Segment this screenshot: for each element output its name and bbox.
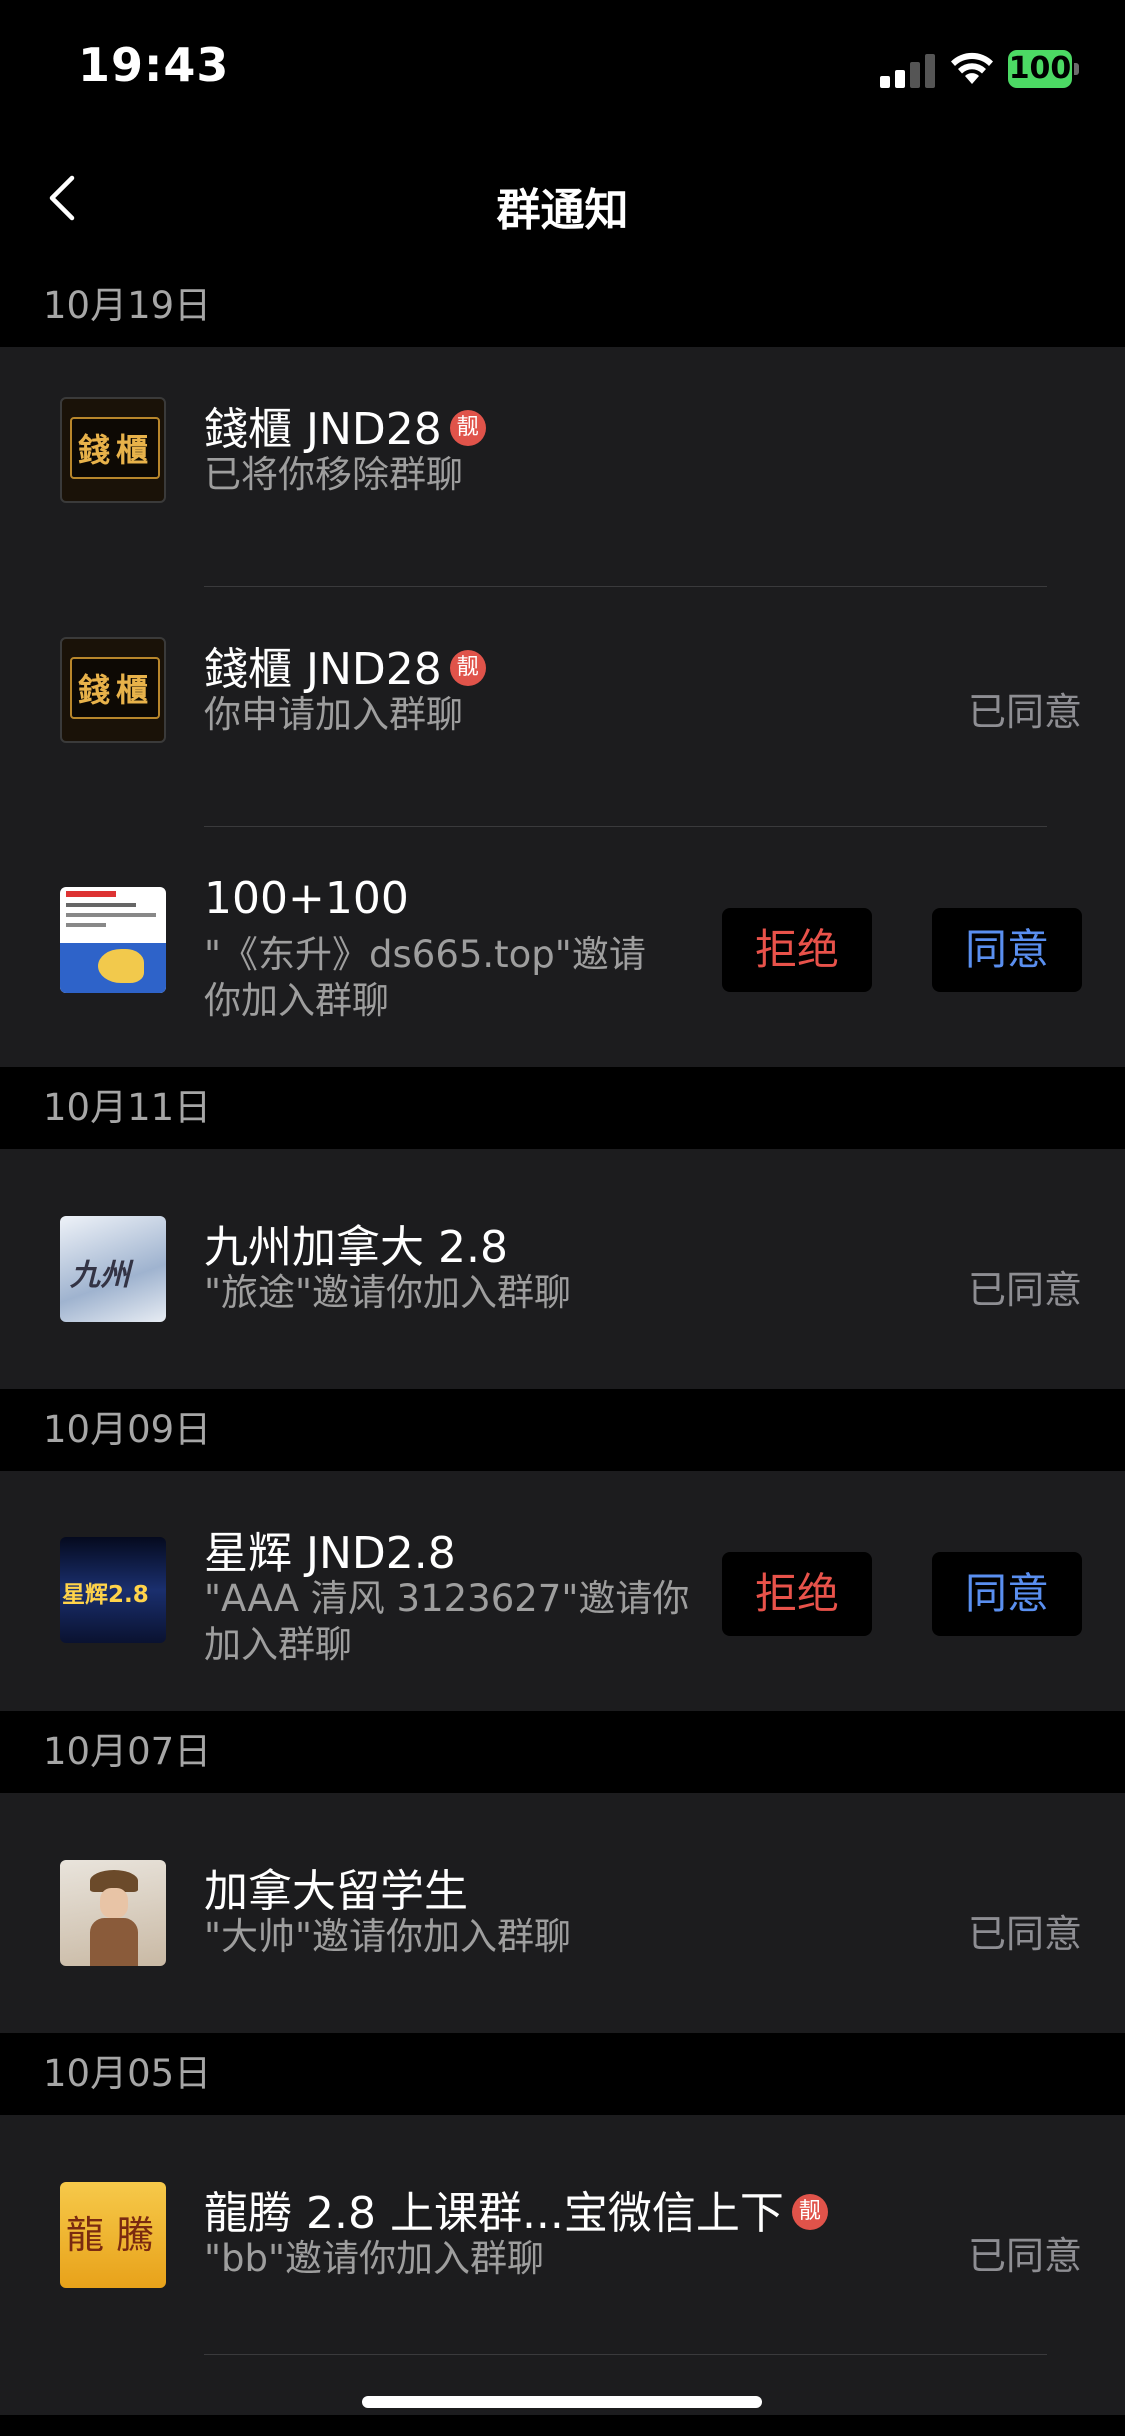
notification-desc: 你申请加入群聊 xyxy=(204,693,463,736)
list-item[interactable]: 100+100 "《东升》ds665.top"邀请 你加入群聊 拒绝 同意 xyxy=(0,827,1125,1067)
notification-desc-line2: 加入群聊 xyxy=(204,1623,352,1666)
wifi-icon xyxy=(951,52,993,84)
avatar-glyph: 騰 xyxy=(116,2213,155,2257)
list-item[interactable]: 星辉2.8 星辉 JND2.8 "AAA 清风 3123627"邀请你 加入群聊… xyxy=(0,1471,1125,1711)
status-bar: 19:43 100 xyxy=(0,0,1125,140)
list-item[interactable]: 錢 櫃 錢櫃 JND28 靓 已将你移除群聊 xyxy=(0,347,1125,587)
date-header: 10月07日 xyxy=(0,1711,1125,1793)
notification-desc-line1: "AAA 清风 3123627"邀请你 xyxy=(204,1577,690,1620)
status-accepted: 已同意 xyxy=(967,1912,1082,1956)
avatar-glyph: 星辉2.8 xyxy=(62,1582,149,1608)
status-accepted: 已同意 xyxy=(967,1268,1082,1312)
list-item[interactable]: 九州 九州加拿大 2.8 "旅途"邀请你加入群聊 已同意 xyxy=(0,1149,1125,1389)
vip-badge-icon: 靓 xyxy=(449,410,486,446)
battery-level: 100 xyxy=(1008,50,1072,88)
status-accepted: 已同意 xyxy=(967,2234,1082,2278)
group-name: 星辉 JND2.8 xyxy=(204,1528,456,1579)
status-accepted: 已同意 xyxy=(967,690,1082,734)
date-header: 10月11日 xyxy=(0,1067,1125,1149)
divider xyxy=(204,2354,1047,2355)
accept-button[interactable]: 同意 xyxy=(932,908,1082,992)
list-item[interactable]: 加拿大留学生 "大帅"邀请你加入群聊 已同意 xyxy=(0,1793,1125,2033)
date-section: 加拿大留学生 "大帅"邀请你加入群聊 已同意 xyxy=(0,1793,1125,2033)
notification-desc: "大帅"邀请你加入群聊 xyxy=(204,1915,572,1958)
date-header: 10月05日 xyxy=(0,2033,1125,2115)
reject-button[interactable]: 拒绝 xyxy=(722,1552,872,1636)
avatar-glyph: 櫃 xyxy=(116,431,149,469)
date-header: 10月19日 xyxy=(0,265,1125,347)
page-title: 群通知 xyxy=(496,185,629,236)
notification-desc-line2: 你加入群聊 xyxy=(204,979,389,1022)
group-name: 錢櫃 JND28 xyxy=(204,644,442,695)
date-header: 10月09日 xyxy=(0,1389,1125,1471)
group-name: 錢櫃 JND28 xyxy=(204,404,442,455)
reject-button[interactable]: 拒绝 xyxy=(722,908,872,992)
vip-badge-icon: 靓 xyxy=(791,2194,828,2230)
home-indicator[interactable] xyxy=(362,2396,762,2408)
avatar: 龍 騰 xyxy=(60,2182,166,2288)
group-name: 100+100 xyxy=(204,873,409,924)
avatar: 錢 櫃 xyxy=(60,397,166,503)
avatar: 九州 xyxy=(60,1216,166,1322)
avatar-glyph: 櫃 xyxy=(116,671,149,709)
notification-desc: "旅途"邀请你加入群聊 xyxy=(204,1271,572,1314)
notification-list: 10月19日 錢 櫃 錢櫃 JND28 靓 已将你移除群聊 錢 櫃 錢櫃 JND2… xyxy=(0,265,1125,2415)
group-name: 九州加拿大 2.8 xyxy=(204,1222,508,1273)
notification-desc: 已将你移除群聊 xyxy=(204,453,463,496)
list-item[interactable]: 錢 櫃 錢櫃 JND28 靓 你申请加入群聊 已同意 xyxy=(0,587,1125,827)
date-section: 龍 騰 龍腾 2.8 上课群...宝微信上下靓 "bb"邀请你加入群聊 已同意 xyxy=(0,2115,1125,2415)
avatar: 錢 櫃 xyxy=(60,637,166,743)
group-name: 加拿大留学生 xyxy=(204,1866,468,1917)
cellular-signal-icon xyxy=(880,52,936,88)
nav-bar: 群通知 xyxy=(0,140,1125,260)
avatar xyxy=(60,1860,166,1966)
status-time: 19:43 xyxy=(78,38,230,92)
group-name: 龍腾 2.8 上课群...宝微信上下 xyxy=(204,2188,784,2239)
avatar-glyph: 錢 xyxy=(78,671,111,709)
accept-button[interactable]: 同意 xyxy=(932,1552,1082,1636)
notification-desc: "bb"邀请你加入群聊 xyxy=(204,2237,545,2280)
avatar xyxy=(60,887,166,993)
avatar-glyph: 九州 xyxy=(70,1258,130,1293)
avatar-glyph: 錢 xyxy=(78,431,111,469)
notification-desc-line1: "《东升》ds665.top"邀请 xyxy=(204,933,646,976)
date-section: 九州 九州加拿大 2.8 "旅途"邀请你加入群聊 已同意 xyxy=(0,1149,1125,1389)
avatar-glyph: 龍 xyxy=(66,2213,105,2257)
date-section: 錢 櫃 錢櫃 JND28 靓 已将你移除群聊 錢 櫃 錢櫃 JND28 靓 你申请加… xyxy=(0,347,1125,1067)
vip-badge-icon: 靓 xyxy=(449,650,486,686)
list-item[interactable]: 龍 騰 龍腾 2.8 上课群...宝微信上下靓 "bb"邀请你加入群聊 已同意 xyxy=(0,2115,1125,2355)
battery-icon: 100 xyxy=(1008,50,1080,88)
date-section: 星辉2.8 星辉 JND2.8 "AAA 清风 3123627"邀请你 加入群聊… xyxy=(0,1471,1125,1711)
avatar: 星辉2.8 xyxy=(60,1537,166,1643)
